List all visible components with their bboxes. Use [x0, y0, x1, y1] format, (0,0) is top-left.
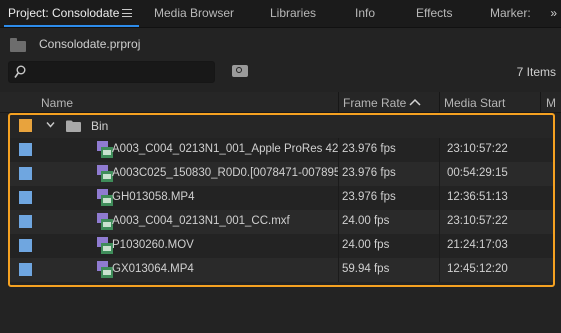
find-icon[interactable] [232, 65, 248, 77]
column-divider[interactable] [540, 92, 541, 112]
column-divider[interactable] [439, 92, 440, 112]
column-header-media-start[interactable]: Media Start [444, 96, 505, 110]
column-header-name[interactable]: Name [41, 96, 73, 110]
project-path-row: Consolodate.prproj [0, 30, 561, 58]
active-tab-indicator [4, 25, 139, 27]
clip-label-color[interactable] [19, 239, 32, 252]
clip-name: A003_C004_0213N1_001_Apple ProRes 42 [112, 143, 338, 155]
clip-media-start: 21:24:17:03 [447, 239, 508, 251]
column-line [439, 258, 440, 282]
tab-info[interactable]: Info [355, 0, 375, 27]
search-icon [14, 65, 26, 78]
clip-media-start: 23:10:57:22 [447, 143, 508, 155]
clip-media-start: 23:10:57:22 [447, 215, 508, 227]
project-folder-icon [10, 38, 26, 52]
column-line [439, 162, 440, 186]
column-header-row: Name Frame Rate Media Start M [0, 92, 561, 113]
bin-label-color[interactable] [19, 119, 32, 132]
clip-frame-rate: 24.00 fps [342, 239, 390, 251]
clip-row[interactable]: A003_C004_0213N1_001_Apple ProRes 42 23.… [10, 138, 554, 162]
column-header-frame-rate[interactable]: Frame Rate [343, 96, 406, 110]
clip-row[interactable]: A003C025_150830_R0D0.[0078471-007895 23.… [10, 162, 554, 186]
column-line [338, 138, 339, 162]
clip-media-start: 12:45:12:20 [447, 263, 508, 275]
clip-label-color[interactable] [19, 191, 32, 204]
clip-label-color[interactable] [19, 215, 32, 228]
column-line [338, 162, 339, 186]
clip-label-color[interactable] [19, 143, 32, 156]
clip-media-start: 12:36:51:13 [447, 191, 508, 203]
item-count-label: 7 Items [516, 65, 556, 79]
clip-row[interactable]: GH013058.MP4 23.976 fps 12:36:51:13 [10, 186, 554, 210]
column-line [338, 210, 339, 234]
clip-label-color[interactable] [19, 263, 32, 276]
column-line [439, 186, 440, 210]
column-line [338, 234, 339, 258]
tab-markers[interactable]: Marker: [490, 0, 531, 27]
bin-row[interactable]: Bin [10, 114, 554, 138]
clip-label-color[interactable] [19, 167, 32, 180]
clip-name: GH013058.MP4 [112, 191, 195, 203]
search-input[interactable] [8, 61, 215, 83]
tab-media-browser[interactable]: Media Browser [154, 0, 234, 27]
clip-frame-rate: 24.00 fps [342, 215, 390, 227]
column-line [439, 210, 440, 234]
column-header-more[interactable]: M [546, 96, 556, 110]
clip-row[interactable]: P1030260.MOV 24.00 fps 21:24:17:03 [10, 234, 554, 258]
folder-icon [66, 120, 81, 132]
clip-name: GX013064.MP4 [112, 263, 194, 275]
bin-name: Bin [91, 119, 109, 133]
panel-menu-icon[interactable] [122, 9, 132, 17]
tab-overflow-icon[interactable]: » [550, 0, 557, 26]
tab-project[interactable]: Project: Consolodate [8, 0, 119, 27]
clip-frame-rate: 23.976 fps [342, 167, 396, 179]
column-divider[interactable] [338, 92, 339, 112]
project-filename: Consolodate.prproj [39, 37, 141, 51]
clip-frame-rate: 59.94 fps [342, 263, 390, 275]
column-line [439, 138, 440, 162]
clip-media-start: 00:54:29:15 [447, 167, 508, 179]
column-line [338, 258, 339, 282]
tab-effects[interactable]: Effects [416, 0, 452, 27]
clip-frame-rate: 23.976 fps [342, 143, 396, 155]
clip-frame-rate: 23.976 fps [342, 191, 396, 203]
clip-row[interactable]: A003_C004_0213N1_001_CC.mxf 24.00 fps 23… [10, 210, 554, 234]
panel-tab-bar: Project: Consolodate Media Browser Libra… [0, 0, 561, 28]
clip-name: P1030260.MOV [112, 239, 194, 251]
clip-row[interactable]: GX013064.MP4 59.94 fps 12:45:12:20 [10, 258, 554, 282]
chevron-down-icon[interactable] [46, 121, 55, 128]
clip-name: A003_C004_0213N1_001_CC.mxf [112, 215, 290, 227]
column-line [439, 234, 440, 258]
column-line [338, 186, 339, 210]
clip-name: A003C025_150830_R0D0.[0078471-007895 [112, 167, 338, 179]
tab-libraries[interactable]: Libraries [270, 0, 316, 27]
sort-ascending-icon [409, 98, 421, 106]
